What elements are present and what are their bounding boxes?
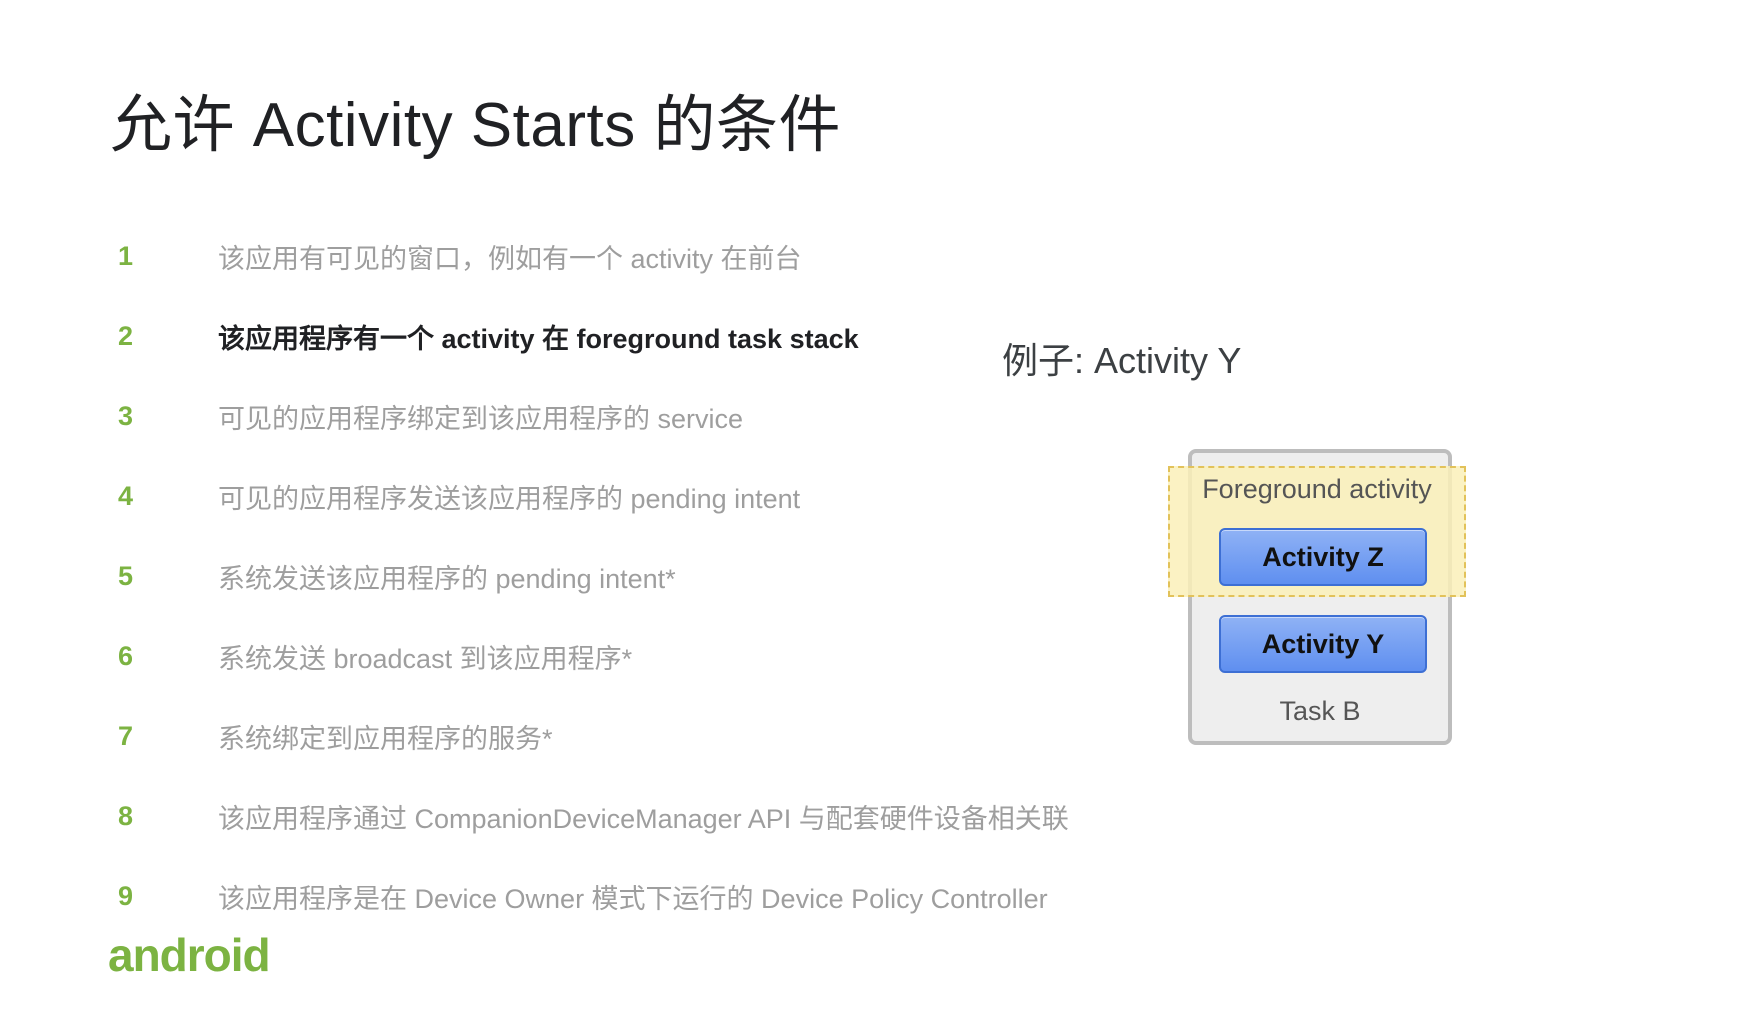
condition-text: 可见的应用程序发送该应用程序的 pending intent <box>218 483 801 514</box>
condition-number: 2 <box>118 320 134 351</box>
condition-number: 1 <box>118 240 134 271</box>
condition-number: 5 <box>118 560 134 591</box>
condition-text: 该应用程序有一个 activity 在 foreground task stac… <box>218 323 859 354</box>
activity-z-block: Activity Z <box>1219 528 1427 586</box>
condition-number: 7 <box>118 720 134 751</box>
condition-text: 该应用程序通过 CompanionDeviceManager API 与配套硬件… <box>218 803 1069 834</box>
condition-number: 3 <box>118 400 134 431</box>
condition-number: 6 <box>118 640 134 671</box>
condition-number: 8 <box>118 800 134 831</box>
condition-text: 系统发送该应用程序的 pending intent* <box>218 563 676 594</box>
condition-number: 9 <box>118 880 134 911</box>
android-logo: android <box>108 929 271 981</box>
slide-title: 允许 Activity Starts 的条件 <box>110 91 841 160</box>
foreground-label: Foreground activity <box>1202 474 1432 504</box>
activity-y-block: Activity Y <box>1219 615 1427 673</box>
example-label: 例子: Activity Y <box>1002 340 1242 381</box>
condition-text: 系统发送 broadcast 到该应用程序* <box>218 643 633 674</box>
task-label: Task B <box>1279 696 1361 726</box>
condition-text: 可见的应用程序绑定到该应用程序的 service <box>218 403 744 434</box>
condition-number: 4 <box>118 480 134 511</box>
condition-text: 系统绑定到应用程序的服务* <box>218 723 553 754</box>
condition-text: 该应用程序是在 Device Owner 模式下运行的 Device Polic… <box>218 883 1048 914</box>
condition-text: 该应用有可见的窗口，例如有一个 activity 在前台 <box>218 243 802 274</box>
